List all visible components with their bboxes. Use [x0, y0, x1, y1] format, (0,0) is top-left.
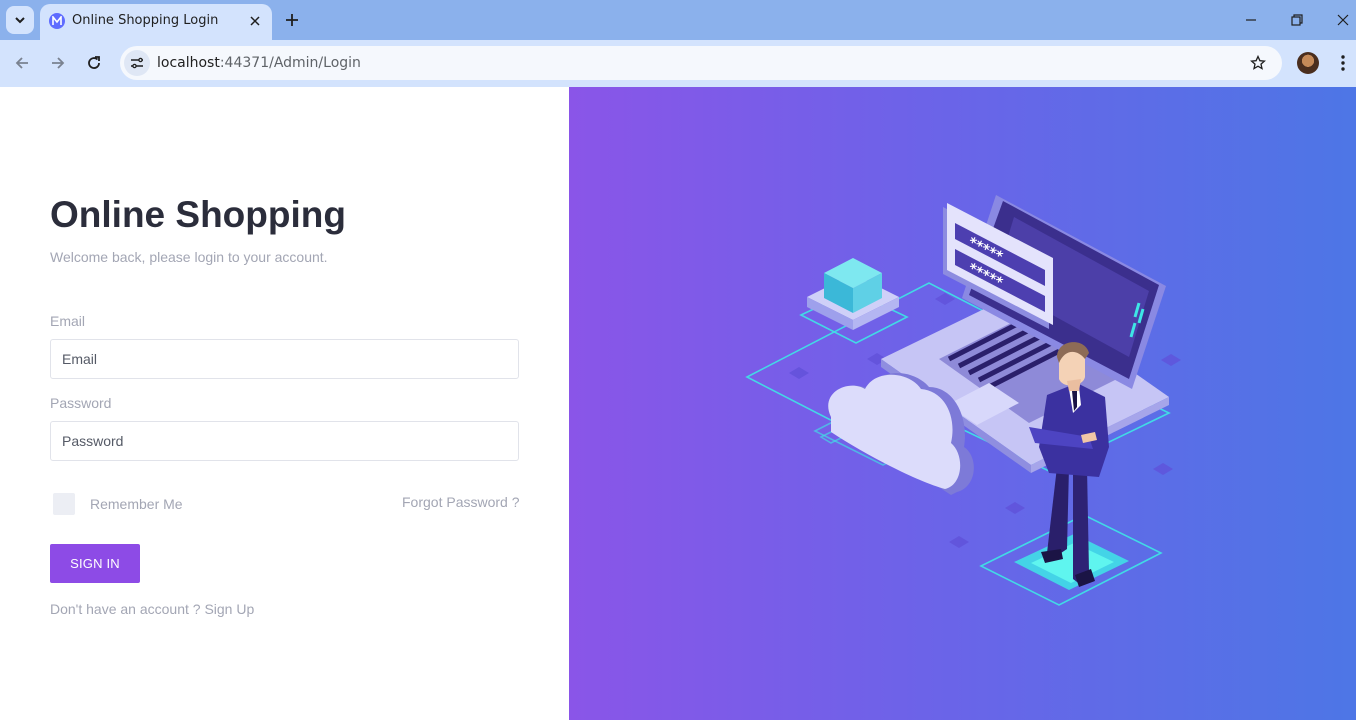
browser-menu-button[interactable]	[1333, 52, 1353, 74]
tab-strip: Online Shopping Login	[0, 0, 1356, 40]
tab-title: Online Shopping Login	[72, 13, 219, 28]
illustration-panel: ***** *****	[569, 87, 1356, 720]
restore-icon	[1291, 14, 1303, 26]
plus-icon	[286, 14, 298, 26]
sign-up-link[interactable]: Don't have an account ? Sign Up	[50, 601, 254, 617]
url-text: localhost:44371/Admin/Login	[157, 55, 361, 71]
reload-button[interactable]	[79, 49, 109, 77]
remember-me-checkbox[interactable]	[53, 493, 75, 515]
close-icon	[250, 16, 260, 26]
sign-in-button[interactable]: SIGN IN	[50, 544, 140, 583]
minimize-icon	[1246, 19, 1256, 21]
close-tab-button[interactable]	[246, 12, 264, 30]
tune-icon	[131, 57, 143, 69]
site-info-button[interactable]	[124, 50, 150, 76]
bookmark-button[interactable]	[1248, 53, 1268, 73]
login-panel: Online Shopping Welcome back, please log…	[0, 87, 569, 720]
arrow-right-icon	[52, 57, 65, 69]
chevron-down-icon	[15, 17, 25, 24]
page-title: Online Shopping	[50, 194, 346, 235]
arrow-left-icon	[15, 57, 28, 69]
close-icon	[1337, 14, 1349, 26]
email-field[interactable]	[50, 339, 519, 379]
login-illustration: ***** *****	[745, 195, 1181, 606]
password-field[interactable]	[50, 421, 519, 461]
page: Online Shopping Welcome back, please log…	[0, 87, 1356, 720]
browser-tab[interactable]: Online Shopping Login	[40, 4, 272, 40]
password-label: Password	[50, 395, 112, 411]
tab-search-button[interactable]	[6, 6, 34, 34]
welcome-subtitle: Welcome back, please login to your accou…	[50, 249, 328, 265]
new-tab-button[interactable]	[280, 8, 304, 32]
url-path: :44371/Admin/Login	[219, 55, 361, 71]
restore-button[interactable]	[1282, 6, 1312, 34]
reload-icon	[88, 56, 100, 69]
cube-graphic	[807, 258, 899, 330]
kebab-menu-icon	[1341, 55, 1345, 71]
person-platform	[1014, 534, 1129, 590]
star-icon	[1250, 55, 1266, 70]
forward-button[interactable]	[43, 49, 73, 77]
profile-avatar[interactable]	[1297, 52, 1319, 74]
remember-me-label[interactable]: Remember Me	[90, 496, 183, 512]
forgot-password-link[interactable]: Forgot Password ?	[402, 494, 520, 510]
address-bar[interactable]: localhost:44371/Admin/Login	[120, 46, 1282, 80]
url-host: localhost	[157, 55, 220, 71]
back-button[interactable]	[7, 49, 37, 77]
email-label: Email	[50, 313, 86, 329]
browser-toolbar: localhost:44371/Admin/Login	[0, 40, 1356, 87]
browser-chrome: Online Shopping Login localhost:44371/Ad…	[0, 0, 1356, 87]
app-logo-icon	[49, 13, 65, 29]
close-window-button[interactable]	[1328, 6, 1356, 34]
minimize-button[interactable]	[1236, 6, 1266, 34]
